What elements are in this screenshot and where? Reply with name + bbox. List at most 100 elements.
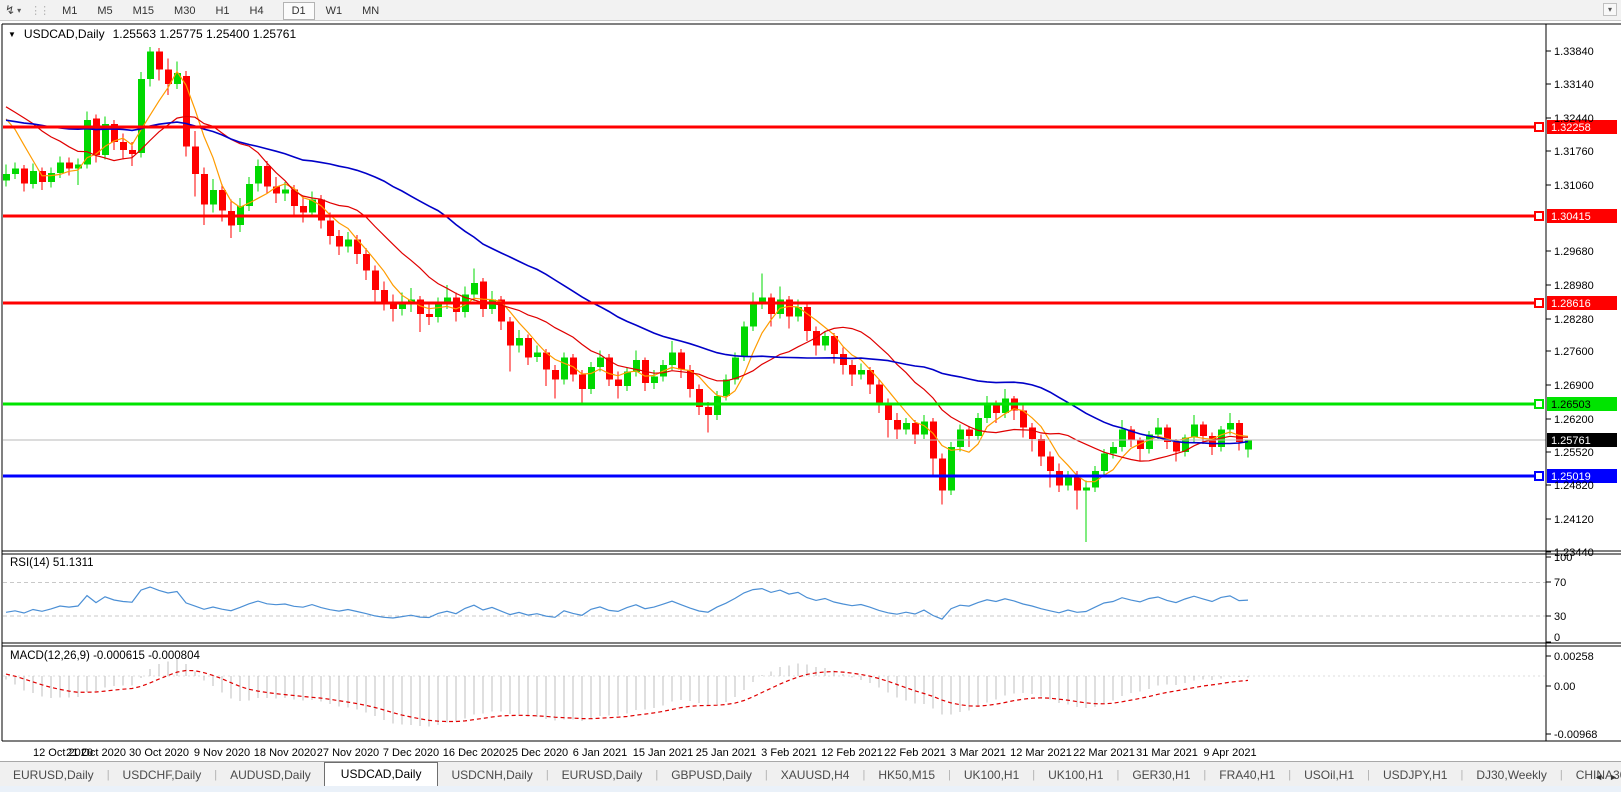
cursor-tool-button[interactable]: ↯ ▾ [0, 2, 26, 18]
timeframe-button-d1[interactable]: D1 [283, 2, 315, 20]
candle-body [21, 168, 28, 183]
candle-body [399, 304, 406, 309]
candle-body [840, 354, 847, 365]
candle-body [435, 304, 442, 317]
candle-body [471, 283, 478, 295]
candle-body [912, 423, 919, 435]
candle-body [669, 352, 676, 365]
chart-canvas[interactable]: 1.322581.304151.286161.265031.250191.257… [0, 0, 1621, 792]
tab-audusd-daily[interactable]: AUDUSD,Daily [217, 765, 324, 786]
candle-body [615, 379, 622, 386]
candle-body [282, 190, 289, 194]
candle-body [1083, 487, 1090, 490]
candle-body [1056, 471, 1063, 486]
candle-body [138, 79, 145, 153]
toolbar: ↯ ▾ ⋮⋮ M1M5M15M30H1H4 D1W1MN ▾ [0, 0, 1621, 21]
candle-body [516, 338, 523, 346]
chart-background [0, 21, 1621, 761]
chevron-down-icon: ▾ [17, 6, 21, 15]
tabs-scroll-right-button[interactable]: ► [1609, 772, 1618, 782]
timeframe-button-m30[interactable]: M30 [165, 2, 204, 20]
candle-body [849, 365, 856, 375]
time-axis[interactable] [0, 742, 1621, 760]
candle-body [984, 404, 991, 419]
rsi-indicator-label: RSI(14) 51.1311 [10, 557, 94, 569]
level-line-marker [1535, 212, 1543, 220]
candle-body [939, 459, 946, 491]
collapse-triangle-icon[interactable]: ▼ [8, 30, 16, 39]
candle-body [228, 211, 235, 226]
timeframe-button-m1[interactable]: M1 [53, 2, 86, 20]
candle-body [894, 420, 901, 430]
candle-body [975, 418, 982, 436]
candle-body [426, 314, 433, 317]
candle-body [624, 372, 631, 387]
timeframe-button-mn[interactable]: MN [353, 2, 388, 20]
candle-body [804, 307, 811, 331]
tabs-scroll-left-button[interactable]: ◄ [1594, 772, 1603, 782]
candle-body [192, 147, 199, 175]
candle-body [156, 52, 163, 70]
candle-body [1110, 447, 1117, 454]
tab-uk100-h1[interactable]: UK100,H1 [1035, 765, 1116, 786]
candle-body [1200, 425, 1207, 436]
timeframe-button-h4[interactable]: H4 [241, 2, 273, 20]
tab-xauusd-h4[interactable]: XAUUSD,H4 [768, 765, 863, 786]
candle-body [327, 220, 334, 235]
level-line-marker [1535, 400, 1543, 408]
candle-body [1227, 423, 1234, 430]
tab-eurusd-daily[interactable]: EURUSD,Daily [549, 765, 656, 786]
candle-body [57, 163, 64, 174]
candle-body [651, 377, 658, 383]
tab-hk50-m15[interactable]: HK50,M15 [865, 765, 948, 786]
price-axis[interactable] [1546, 24, 1621, 741]
candle-body [255, 166, 262, 184]
tab-usdcnh-daily[interactable]: USDCNH,Daily [438, 765, 545, 786]
candle-body [3, 174, 10, 180]
candle-body [1038, 439, 1045, 456]
candle-body [1002, 399, 1009, 414]
candle-body [1173, 442, 1180, 452]
cursor-tool-icon: ↯ [5, 3, 15, 17]
toolbar-grip-handle[interactable]: ⋮⋮ [26, 4, 52, 17]
candle-body [120, 142, 127, 150]
candle-body [1119, 430, 1126, 447]
tab-fra40-h1[interactable]: FRA40,H1 [1206, 765, 1288, 786]
timeframe-button-m5[interactable]: M5 [88, 2, 121, 20]
candle-body [66, 163, 73, 169]
candle-body [948, 447, 955, 490]
tab-gbpusd-daily[interactable]: GBPUSD,Daily [658, 765, 765, 786]
candle-body [372, 271, 379, 290]
tab-usdjpy-h1[interactable]: USDJPY,H1 [1370, 765, 1460, 786]
candle-body [12, 168, 19, 174]
chart-title: ▼ USDCAD,Daily 1.25563 1.25775 1.25400 1… [8, 27, 296, 41]
tab-dj30-weekly[interactable]: DJ30,Weekly [1463, 765, 1559, 786]
candle-body [30, 171, 37, 184]
toolbar-overflow-button[interactable]: ▾ [1603, 3, 1617, 16]
candle-body [1101, 454, 1108, 471]
candle-body [345, 240, 352, 247]
tab-ger30-h1[interactable]: GER30,H1 [1119, 765, 1203, 786]
timeframe-button-w1[interactable]: W1 [317, 2, 352, 20]
candle-body [48, 173, 55, 182]
candle-body [534, 352, 541, 357]
chart-tabs: EURUSD,Daily|USDCHF,Daily|AUDUSD,DailyUS… [0, 762, 1621, 786]
level-line-marker [1535, 123, 1543, 131]
tab-eurusd-daily[interactable]: EURUSD,Daily [0, 765, 107, 786]
timeframe-button-m15[interactable]: M15 [124, 2, 163, 20]
candle-body [966, 430, 973, 436]
candle-body [957, 430, 964, 447]
candle-body [705, 407, 712, 415]
candle-body [273, 187, 280, 194]
candle-body [552, 370, 559, 380]
timeframe-button-h1[interactable]: H1 [206, 2, 238, 20]
tab-uk100-h1[interactable]: UK100,H1 [951, 765, 1032, 786]
candle-body [363, 254, 370, 270]
level-line-marker [1535, 299, 1543, 307]
candle-body [561, 357, 568, 379]
tab-usdcad-daily[interactable]: USDCAD,Daily [324, 762, 439, 786]
tab-usoil-h1[interactable]: USOil,H1 [1291, 765, 1367, 786]
tab-usdchf-daily[interactable]: USDCHF,Daily [110, 765, 215, 786]
candle-body [381, 290, 388, 303]
candle-body [750, 304, 757, 326]
